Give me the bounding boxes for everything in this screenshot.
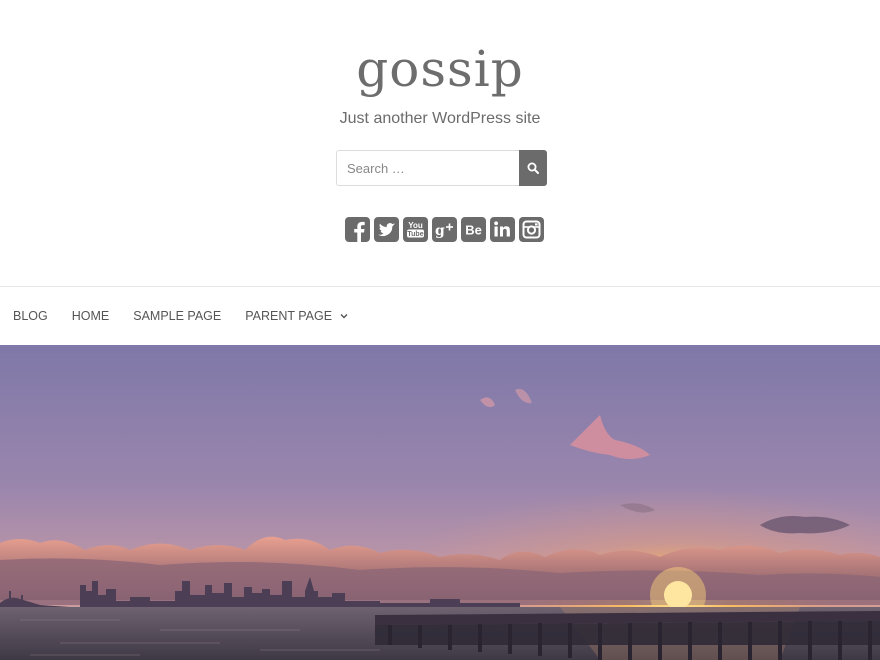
chevron-down-icon[interactable]	[340, 313, 348, 319]
search-form	[336, 150, 547, 186]
svg-text:Tube: Tube	[407, 231, 423, 238]
twitter-link[interactable]	[374, 217, 399, 242]
search-button[interactable]	[519, 150, 547, 186]
instagram-icon	[522, 220, 541, 239]
behance-icon: Be	[465, 223, 482, 238]
linkedin-link[interactable]	[490, 217, 515, 242]
sunset-pier-image	[0, 345, 880, 660]
search-icon	[527, 162, 539, 174]
nav-item-home: HOME	[72, 309, 110, 323]
google-plus-icon: g	[435, 223, 453, 239]
nav-item-sample-page: SAMPLE PAGE	[133, 309, 221, 323]
nav-link-parent-page[interactable]: PARENT PAGE	[245, 309, 332, 323]
social-links: You Tube g Be	[345, 217, 544, 242]
twitter-icon	[378, 223, 395, 237]
youtube-icon: You Tube	[407, 221, 424, 238]
main-navigation: BLOG HOME SAMPLE PAGE PARENT PAGE	[0, 287, 880, 345]
header-image	[0, 345, 880, 660]
nav-item-blog: BLOG	[13, 309, 48, 323]
linkedin-icon	[494, 221, 510, 237]
behance-link[interactable]: Be	[461, 217, 486, 242]
nav-menu: BLOG HOME SAMPLE PAGE PARENT PAGE	[0, 287, 880, 345]
svg-text:g: g	[435, 223, 445, 239]
nav-link-home[interactable]: HOME	[72, 309, 110, 323]
nav-link-sample-page[interactable]: SAMPLE PAGE	[133, 309, 221, 323]
google-plus-link[interactable]: g	[432, 217, 457, 242]
facebook-link[interactable]	[345, 217, 370, 242]
search-input[interactable]	[336, 150, 520, 186]
nav-item-parent-page: PARENT PAGE	[245, 309, 348, 323]
nav-link-blog[interactable]: BLOG	[13, 309, 48, 323]
instagram-link[interactable]	[519, 217, 544, 242]
youtube-link[interactable]: You Tube	[403, 217, 428, 242]
facebook-icon	[354, 221, 365, 242]
site-title[interactable]: gossip	[0, 34, 880, 104]
site-description: Just another WordPress site	[339, 110, 541, 127]
site-header: gossip Just another WordPress site You	[0, 0, 880, 287]
svg-text:Be: Be	[465, 223, 482, 238]
svg-text:You: You	[408, 221, 423, 230]
